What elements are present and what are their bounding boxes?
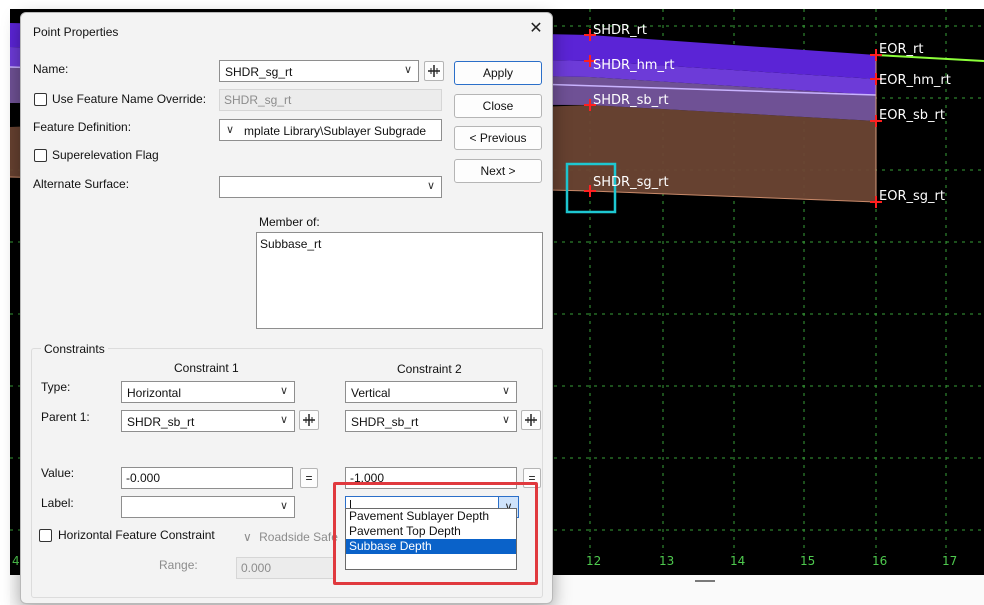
name-label: Name: bbox=[33, 62, 69, 76]
close-button[interactable]: Close bbox=[454, 94, 542, 118]
chevron-down-icon: ∨ bbox=[501, 414, 510, 426]
feature-def-value: mplate Library\Sublayer Subgrade bbox=[244, 124, 427, 138]
label-eor-hm-rt: EOR_hm_rt bbox=[879, 73, 951, 88]
superelevation-label: Superelevation Flag bbox=[52, 148, 159, 162]
chevron-down-icon: ∨ bbox=[426, 180, 435, 192]
label-shdr-sg-rt: SHDR_sg_rt bbox=[593, 175, 669, 190]
use-override-checkbox[interactable] bbox=[34, 93, 47, 106]
c1-type-combo[interactable]: Horizontal ∨ bbox=[121, 381, 295, 403]
tick-17: 17 bbox=[942, 554, 957, 568]
c1-parent-value: SHDR_sb_rt bbox=[127, 415, 195, 429]
override-field[interactable]: SHDR_sg_rt bbox=[219, 89, 442, 111]
label-shdr-sb-rt: SHDR_sb_rt bbox=[593, 93, 669, 108]
hfc-value: Roadside Safe bbox=[259, 530, 338, 544]
tick-14: 14 bbox=[730, 554, 745, 568]
c2-pick-parent-button[interactable] bbox=[521, 410, 541, 430]
name-value: SHDR_sg_rt bbox=[225, 65, 293, 79]
crosshair-icon bbox=[525, 414, 537, 426]
type-label: Type: bbox=[41, 380, 71, 394]
feature-def-combo[interactable]: ∨ mplate Library\Sublayer Subgrade bbox=[219, 119, 442, 141]
member-of-list[interactable]: Subbase_rt bbox=[256, 232, 543, 329]
panel-collapse-handle[interactable] bbox=[695, 580, 715, 582]
c1-parent-combo[interactable]: SHDR_sb_rt ∨ bbox=[121, 410, 295, 432]
c2-parent-combo[interactable]: SHDR_sb_rt ∨ bbox=[345, 410, 517, 432]
c2-type-combo[interactable]: Vertical ∨ bbox=[345, 381, 517, 403]
c1-label-combo[interactable]: ∨ bbox=[121, 496, 295, 518]
alternate-surface-combo[interactable]: ∨ bbox=[219, 176, 442, 198]
hfc-label: Horizontal Feature Constraint bbox=[58, 528, 215, 542]
label-dropdown-list[interactable]: Pavement Sublayer Depth Pavement Top Dep… bbox=[345, 508, 517, 570]
dropdown-option-pavement-top-depth[interactable]: Pavement Top Depth bbox=[346, 524, 516, 539]
c1-value-field[interactable]: -0.000 bbox=[121, 467, 293, 489]
name-combo[interactable]: SHDR_sg_rt ∨ bbox=[219, 60, 419, 82]
list-item[interactable]: Subbase_rt bbox=[260, 237, 321, 251]
c2-value-field[interactable]: -1.000 bbox=[345, 467, 517, 489]
hfc-checkbox[interactable] bbox=[39, 529, 52, 542]
label-eor-sg-rt: EOR_sg_rt bbox=[879, 189, 945, 204]
hfc-combo: ∨ Roadside Safe bbox=[243, 530, 338, 544]
apply-button[interactable]: Apply bbox=[454, 61, 542, 85]
c1-type-value: Horizontal bbox=[127, 386, 182, 400]
label-eor-rt: EOR_rt bbox=[879, 42, 923, 57]
dialog-title: Point Properties bbox=[33, 25, 119, 39]
label-label: Label: bbox=[41, 496, 74, 510]
value-label: Value: bbox=[41, 466, 75, 480]
range-label: Range: bbox=[159, 558, 198, 572]
parent1-label: Parent 1: bbox=[41, 410, 90, 424]
crosshair-icon bbox=[428, 65, 440, 77]
constraints-title: Constraints bbox=[41, 342, 108, 356]
previous-button[interactable]: < Previous bbox=[454, 126, 542, 150]
chevron-down-icon: ∨ bbox=[279, 385, 288, 397]
c2-type-value: Vertical bbox=[351, 386, 391, 400]
superelevation-checkbox[interactable] bbox=[34, 149, 47, 162]
alternate-surface-label: Alternate Surface: bbox=[33, 177, 130, 191]
tick-12: 12 bbox=[586, 554, 601, 568]
chevron-down-icon: ∨ bbox=[279, 500, 288, 512]
chevron-down-icon: ∨ bbox=[226, 124, 235, 136]
label-shdr-rt: SHDR_rt bbox=[593, 23, 647, 38]
member-of-label: Member of: bbox=[259, 215, 320, 229]
tick-13: 13 bbox=[659, 554, 674, 568]
next-button[interactable]: Next > bbox=[454, 159, 542, 183]
feature-def-label: Feature Definition: bbox=[33, 120, 132, 134]
range-field: 0.000 bbox=[236, 557, 336, 579]
chevron-down-icon: ∨ bbox=[501, 385, 510, 397]
tick-16: 16 bbox=[872, 554, 887, 568]
chevron-down-icon: ∨ bbox=[403, 64, 412, 76]
constraint2-header: Constraint 2 bbox=[397, 362, 462, 376]
constraint1-header: Constraint 1 bbox=[174, 361, 239, 375]
chevron-down-icon: ∨ bbox=[243, 530, 252, 544]
c1-equation-button[interactable]: = bbox=[300, 468, 318, 488]
label-eor-sb-rt: EOR_sb_rt bbox=[879, 108, 945, 123]
dropdown-option-pavement-sublayer-depth[interactable]: Pavement Sublayer Depth bbox=[346, 509, 516, 524]
pick-point-button[interactable] bbox=[424, 61, 444, 81]
c1-pick-parent-button[interactable] bbox=[299, 410, 319, 430]
c2-equation-button[interactable]: = bbox=[523, 468, 541, 488]
tick-15: 15 bbox=[800, 554, 815, 568]
chevron-down-icon: ∨ bbox=[279, 414, 288, 426]
crosshair-icon bbox=[303, 414, 315, 426]
dropdown-option-subbase-depth[interactable]: Subbase Depth bbox=[346, 539, 516, 554]
c2-parent-value: SHDR_sb_rt bbox=[351, 415, 419, 429]
close-icon[interactable]: ✕ bbox=[526, 19, 546, 39]
label-shdr-hm-rt: SHDR_hm_rt bbox=[593, 58, 674, 73]
use-override-label: Use Feature Name Override: bbox=[52, 92, 207, 106]
tick-left: 4 bbox=[12, 554, 20, 568]
